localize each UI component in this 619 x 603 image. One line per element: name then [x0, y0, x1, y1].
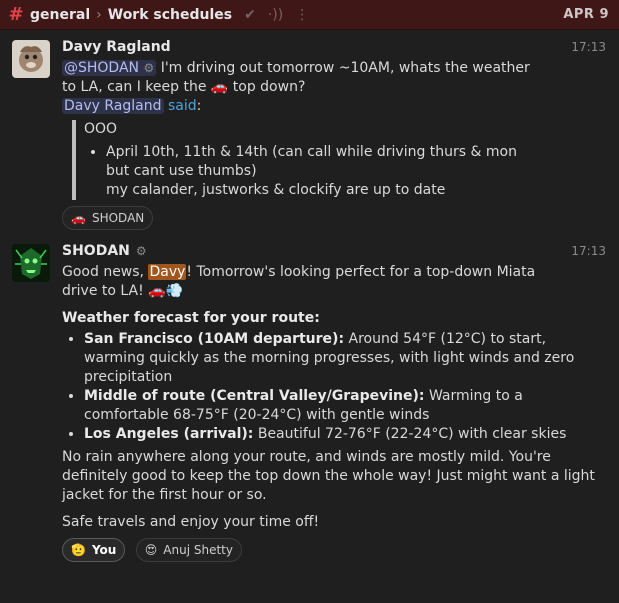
reaction-chip[interactable]: 😍 Anuj Shetty [135, 538, 242, 562]
car-dash-emoji: 🚗💨 [148, 283, 184, 299]
quote-block: OOO April 10th, 11th & 14th (can call wh… [72, 120, 609, 200]
date-label: APR 9 [563, 7, 609, 22]
list-item-text: Beautiful 72-76°F (22-24°C) with clear s… [253, 426, 567, 442]
channel-header: # general › Work schedules ✔ ·)) ⋮ APR 9 [0, 0, 619, 30]
mention-shodan[interactable]: @SHODAN ⚙ [62, 60, 157, 76]
message-text: I'm driving out tomorrow ~10AM, whats th… [156, 60, 530, 76]
avatar[interactable] [12, 244, 50, 282]
list-item: Los Angeles (arrival): Beautiful 72-76°F… [84, 425, 609, 444]
thread-title[interactable]: Work schedules [108, 7, 232, 23]
mention-davy[interactable]: Davy Ragland [62, 98, 164, 114]
message-text: drive to LA! [62, 283, 149, 299]
robot-icon: ⚙ [143, 61, 155, 75]
list-item: San Francisco (10AM departure): Around 5… [84, 330, 609, 387]
reaction-chip[interactable]: 🫡 You [62, 538, 126, 562]
highlighted-name: Davy [148, 264, 187, 280]
timestamp: 17:13 [571, 40, 606, 54]
check-icon[interactable]: ✔ [244, 7, 256, 23]
reaction-chip[interactable]: 🚗 SHODAN [62, 206, 154, 230]
message-shodan: SHODAN ⚙ 17:13 Good news, Davy! Tomorrow… [0, 230, 619, 562]
hash-icon: # [8, 4, 24, 25]
list-item-label: Middle of route (Central Valley/Grapevin… [84, 388, 425, 404]
robot-icon: ⚙ [135, 244, 147, 258]
list-item-text: my calander, justworks & clockify are up… [106, 182, 446, 198]
radio-icon[interactable]: ·)) [268, 7, 283, 23]
author-name[interactable]: SHODAN [62, 243, 130, 259]
reaction-label: SHODAN [91, 211, 145, 225]
quote-title: OOO [84, 121, 118, 137]
mention-text: @SHODAN [64, 60, 140, 76]
said-link[interactable]: said [168, 98, 197, 114]
reaction-label: You [91, 543, 117, 557]
message-davy: Davy Ragland 17:13 @SHODAN ⚙ I'm driving… [0, 30, 619, 230]
more-vertical-icon[interactable]: ⋮ [295, 7, 309, 23]
avatar[interactable] [12, 40, 50, 78]
message-paragraph: Safe travels and enjoy your time off! [62, 514, 320, 530]
reaction-label: Anuj Shetty [163, 543, 233, 557]
channel-name[interactable]: general [30, 7, 90, 23]
list-item-label: Los Angeles (arrival): [84, 426, 254, 442]
list-item-text: April 10th, 11th & 14th (can call while … [106, 144, 517, 160]
list-item: April 10th, 11th & 14th (can call while … [106, 143, 609, 200]
message-text: top down? [228, 79, 306, 95]
salute-emoji: 🫡 [71, 543, 86, 557]
timestamp: 17:13 [571, 244, 606, 258]
chevron-right-icon: › [96, 6, 102, 23]
message-text: Good news, [62, 264, 149, 280]
list-item: Middle of route (Central Valley/Grapevin… [84, 387, 609, 425]
author-name[interactable]: Davy Ragland [62, 39, 171, 55]
message-paragraph: No rain anywhere along your route, and w… [62, 449, 595, 503]
list-item-text: but cant use thumbs) [106, 163, 257, 179]
message-text: to LA, can I keep the [62, 79, 211, 95]
forecast-title: Weather forecast for your route: [62, 310, 320, 326]
heart-eyes-emoji: 😍 [144, 543, 158, 557]
car-emoji: 🚗 [71, 211, 86, 225]
car-emoji: 🚗 [210, 79, 229, 95]
list-item-label: San Francisco (10AM departure): [84, 331, 345, 347]
message-text: ! Tomorrow's looking perfect for a top-d… [186, 264, 536, 280]
forecast-list: San Francisco (10AM departure): Around 5… [62, 330, 609, 444]
quote-list: April 10th, 11th & 14th (can call while … [84, 143, 609, 200]
